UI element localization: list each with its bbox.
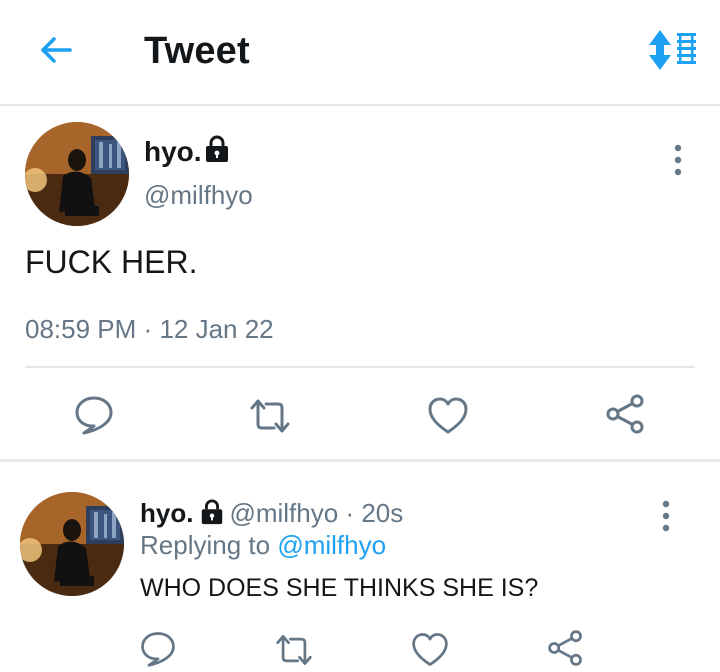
tweet-time: 08:59 PM	[25, 314, 137, 344]
arrow-left-icon	[41, 37, 72, 63]
share-button[interactable]	[604, 392, 648, 436]
lock-icon	[206, 135, 228, 162]
more-vertical-icon	[674, 144, 682, 176]
top-bar: Tweet	[0, 0, 720, 106]
reply-time[interactable]: 20s	[361, 498, 403, 528]
reply-button[interactable]	[72, 392, 116, 436]
display-name[interactable]: hyo.	[140, 498, 193, 528]
divider	[25, 366, 695, 368]
tweet-text: FUCK HER.	[25, 244, 198, 280]
share-icon	[606, 394, 644, 434]
reply-icon	[141, 632, 175, 667]
heart-icon	[428, 397, 468, 434]
page-title: Tweet	[144, 30, 250, 72]
replying-to: Replying to @milfhyo	[140, 530, 386, 561]
like-button[interactable]	[426, 394, 470, 438]
like-button[interactable]	[410, 630, 454, 672]
avatar[interactable]	[20, 492, 124, 596]
retweet-button[interactable]	[274, 630, 318, 672]
share-icon	[548, 630, 582, 666]
display-name[interactable]: hyo.	[144, 136, 202, 168]
back-button[interactable]	[36, 30, 76, 70]
retweet-icon	[276, 635, 312, 665]
mention-link[interactable]: @milfhyo	[277, 530, 386, 560]
retweet-button[interactable]	[248, 394, 292, 438]
reply-icon	[75, 396, 113, 435]
heart-icon	[412, 633, 448, 666]
tweet-text: WHO DOES SHE THINKS SHE IS?	[140, 574, 539, 602]
retweet-icon	[250, 399, 290, 433]
more-vertical-icon	[662, 500, 670, 532]
reply-tweet[interactable]: hyo. @milfhyo · 20s Replying to @milfhyo…	[0, 462, 720, 672]
meta-separator: ·	[345, 498, 355, 528]
handle[interactable]: @milfhyo	[229, 498, 338, 528]
handle[interactable]: @milfhyo	[144, 180, 253, 211]
sort-button[interactable]	[644, 28, 700, 72]
reply-header: hyo. @milfhyo · 20s	[140, 498, 403, 529]
share-button[interactable]	[546, 628, 590, 672]
lock-icon	[202, 499, 223, 525]
reply-button[interactable]	[138, 628, 182, 672]
tweet-date: 12 Jan 22	[159, 314, 274, 344]
tweet-timestamp[interactable]: 08:59 PM · 12 Jan 22	[25, 314, 274, 345]
sort-icon	[649, 30, 696, 70]
avatar[interactable]	[25, 122, 129, 226]
more-options-button[interactable]	[668, 140, 688, 180]
more-options-button[interactable]	[656, 496, 676, 536]
replying-to-label: Replying to	[140, 530, 271, 560]
meta-separator: ·	[143, 314, 153, 344]
main-tweet: hyo. @milfhyo FUCK HER. 08:59 PM · 12 Ja…	[0, 108, 720, 462]
